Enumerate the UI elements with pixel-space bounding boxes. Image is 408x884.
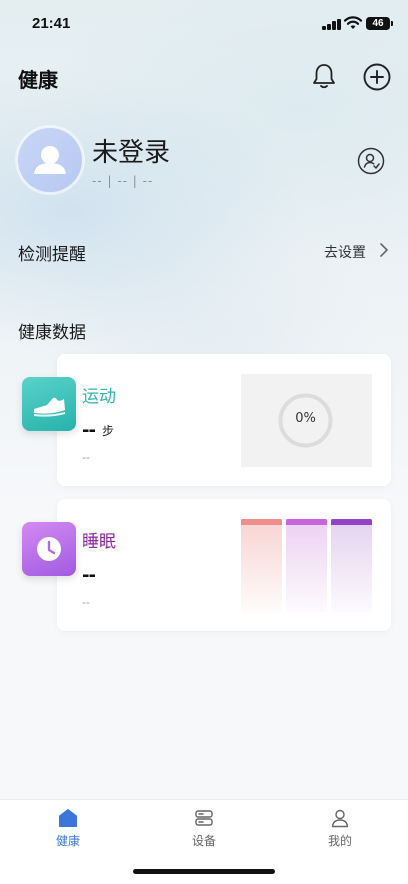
tab-mine[interactable]: 我的 (272, 800, 408, 860)
sleep-label: 睡眠 (82, 532, 116, 552)
sleep-column (241, 519, 282, 612)
sleep-column (331, 519, 372, 612)
battery-icon: 46 (366, 17, 393, 30)
status-time: 21:41 (32, 15, 71, 32)
sleep-sub: -- (82, 596, 90, 609)
exercise-card[interactable]: 运动 -- 步 -- 0% (57, 354, 391, 486)
sleep-chart (241, 519, 372, 612)
reminder-title: 检测提醒 (18, 245, 86, 265)
clock-icon (37, 537, 61, 561)
page-title: 健康 (18, 68, 58, 92)
exercise-icon (22, 377, 76, 431)
section-title: 健康数据 (18, 323, 86, 343)
user-name[interactable]: 未登录 (92, 132, 170, 169)
device-icon (195, 810, 213, 826)
sleep-column (286, 519, 327, 612)
exercise-label: 运动 (82, 387, 116, 407)
add-icon[interactable] (362, 62, 392, 92)
tab-label: 设备 (191, 834, 216, 848)
sleep-card[interactable]: 睡眠 -- -- (57, 499, 391, 631)
cellular-signal-icon (322, 18, 342, 30)
tab-label: 健康 (55, 834, 80, 848)
status-bar: 21:41 46 (0, 0, 408, 48)
bell-icon[interactable] (310, 62, 338, 90)
reminder-settings-link[interactable]: 去设置 (324, 242, 366, 262)
tab-device[interactable]: 设备 (136, 800, 272, 860)
exercise-sub: -- (82, 451, 90, 464)
user-info: -- | -- | -- (92, 174, 154, 188)
user-avatar-icon (34, 146, 66, 174)
home-icon (59, 809, 77, 827)
tab-label: 我的 (327, 834, 352, 848)
exercise-steps-unit: 步 (102, 424, 115, 438)
sleep-value: -- (82, 565, 96, 586)
home-indicator (133, 869, 275, 874)
chevron-right-icon (380, 243, 388, 257)
user-switch-icon[interactable] (357, 147, 385, 175)
detection-reminder-row[interactable]: 检测提醒 去设置 (0, 232, 408, 268)
progress-percent: 0% (295, 411, 316, 426)
wifi-icon (344, 16, 362, 29)
shoe-icon (34, 397, 65, 417)
tab-health[interactable]: 健康 (0, 800, 136, 860)
avatar[interactable] (18, 128, 82, 192)
sleep-icon (22, 522, 76, 576)
person-icon (331, 809, 349, 828)
exercise-progress-panel: 0% (241, 374, 372, 467)
exercise-steps-value: -- (82, 420, 96, 441)
